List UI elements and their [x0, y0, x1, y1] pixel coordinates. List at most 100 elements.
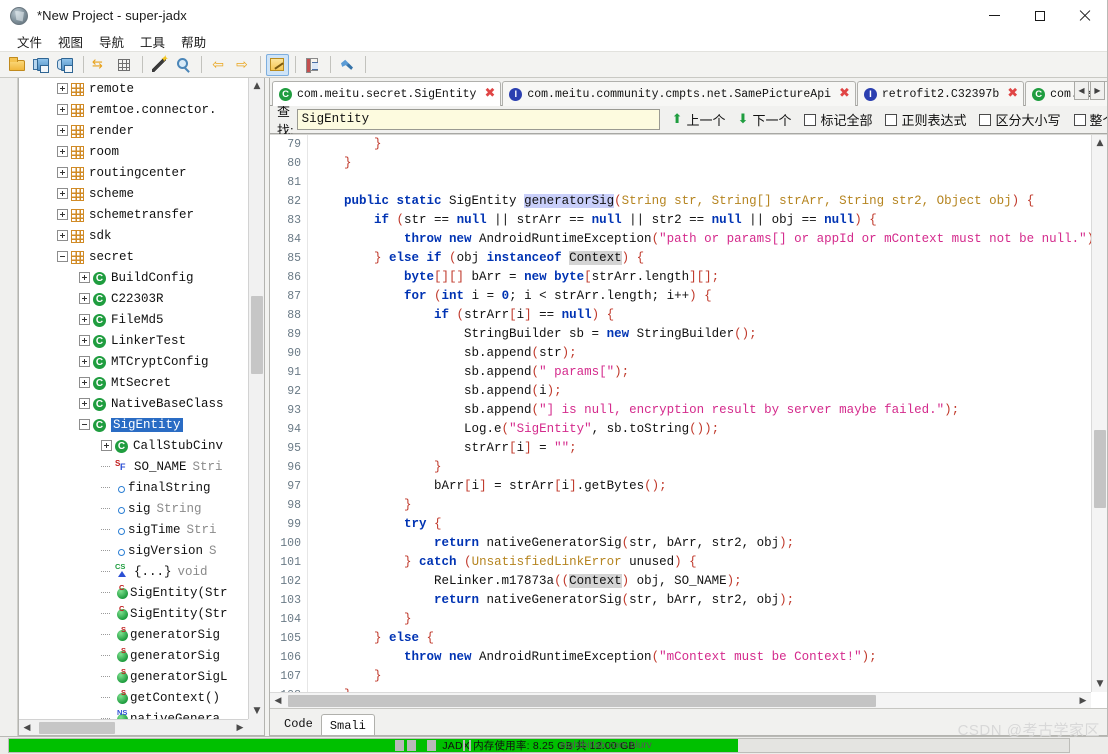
code-line[interactable]: }: [308, 667, 1091, 686]
tree-node[interactable]: remtoe.connector.: [19, 99, 248, 120]
match-case-checkbox[interactable]: 区分大小写: [979, 110, 1061, 129]
search-button[interactable]: [172, 54, 195, 76]
tree-node[interactable]: scheme: [19, 183, 248, 204]
tree-node[interactable]: nativeGenera: [19, 708, 248, 719]
tree-node[interactable]: sigTime Stri: [19, 519, 248, 540]
tab-scroll-left-icon[interactable]: ◀: [1074, 81, 1089, 100]
scroll-right-icon[interactable]: ▶: [1075, 693, 1091, 708]
tree-scroll-thumb[interactable]: [251, 296, 263, 374]
expand-icon[interactable]: [57, 146, 68, 157]
scroll-down-icon[interactable]: ▼: [249, 703, 264, 719]
expand-icon[interactable]: [57, 167, 68, 178]
code-line[interactable]: }: [308, 458, 1091, 477]
tree-node[interactable]: SigEntity: [19, 414, 248, 435]
find-previous-button[interactable]: ⬆ 上一个: [672, 110, 726, 129]
code-line[interactable]: StringBuilder sb = new StringBuilder();: [308, 325, 1091, 344]
code-line[interactable]: if (strArr[i] == null) {: [308, 306, 1091, 325]
whole-word-checkbox[interactable]: 整个词语: [1073, 110, 1107, 129]
tree-hscroll-thumb[interactable]: [39, 722, 115, 734]
tree-node[interactable]: generatorSig: [19, 645, 248, 666]
expand-icon[interactable]: [79, 314, 90, 325]
menu-tools[interactable]: 工具: [133, 31, 172, 52]
editor-tab[interactable]: Icom.meitu.community.cmpts.net.SamePictu…: [502, 81, 856, 106]
expand-icon[interactable]: [57, 125, 68, 136]
tree-node[interactable]: BuildConfig: [19, 267, 248, 288]
code-line[interactable]: }: [308, 154, 1091, 173]
scroll-left-icon[interactable]: ◀: [19, 720, 35, 735]
expand-icon[interactable]: [57, 188, 68, 199]
collapse-icon[interactable]: [57, 251, 68, 262]
sync-button[interactable]: ⇆: [89, 54, 112, 76]
logs-button[interactable]: [301, 54, 324, 76]
expand-icon[interactable]: [57, 104, 68, 115]
code-line[interactable]: }: [308, 610, 1091, 629]
tree-node[interactable]: CallStubCinv: [19, 435, 248, 456]
tree-node[interactable]: FileMd5: [19, 309, 248, 330]
menu-help[interactable]: 帮助: [174, 31, 213, 52]
code-line[interactable]: throw new AndroidRuntimeException("mCont…: [308, 648, 1091, 667]
expand-icon[interactable]: [79, 356, 90, 367]
tree-node[interactable]: NativeBaseClass: [19, 393, 248, 414]
scroll-up-icon[interactable]: ▲: [1092, 135, 1107, 151]
tree-node[interactable]: secret: [19, 246, 248, 267]
tab-close-icon[interactable]: ✖: [839, 87, 850, 100]
expand-icon[interactable]: [57, 230, 68, 241]
deobfuscation-button[interactable]: [148, 54, 171, 76]
tree-node[interactable]: render: [19, 120, 248, 141]
expand-icon[interactable]: [101, 440, 112, 451]
code-line[interactable]: for (int i = 0; i < strArr.length; i++) …: [308, 287, 1091, 306]
search-input[interactable]: SigEntity: [296, 109, 660, 130]
regex-checkbox[interactable]: 正则表达式: [885, 110, 966, 129]
tree-node[interactable]: remote: [19, 78, 248, 99]
maximize-button[interactable]: [1017, 0, 1062, 31]
code-line[interactable]: byte[][] bArr = new byte[strArr.length][…: [308, 268, 1091, 287]
tab-close-icon[interactable]: ✖: [484, 87, 495, 100]
code-line[interactable]: }: [308, 496, 1091, 515]
expand-icon[interactable]: [79, 398, 90, 409]
expand-icon[interactable]: [79, 293, 90, 304]
source-code[interactable]: } } public static SigEntity generatorSig…: [308, 135, 1091, 692]
code-line[interactable]: if (str == null || strArr == null || str…: [308, 211, 1091, 230]
code-line[interactable]: bArr[i] = strArr[i].getBytes();: [308, 477, 1091, 496]
code-vertical-scrollbar[interactable]: ▲ ▼: [1091, 135, 1107, 692]
tree-node[interactable]: {...} void: [19, 561, 248, 582]
scroll-right-icon[interactable]: ▶: [232, 720, 248, 735]
mark-all-checkbox[interactable]: 标记全部: [804, 110, 872, 129]
code-line[interactable]: sb.append(" params[");: [308, 363, 1091, 382]
tree-node[interactable]: sdk: [19, 225, 248, 246]
tree-node[interactable]: MTCryptConfig: [19, 351, 248, 372]
code-line[interactable]: return nativeGeneratorSig(str, bArr, str…: [308, 591, 1091, 610]
editor-tab[interactable]: Ccom.meitu.secret.SigEntity ✖: [272, 81, 502, 106]
back-button[interactable]: ⇦: [207, 54, 230, 76]
tree-node[interactable]: C22303R: [19, 288, 248, 309]
tree-node[interactable]: SigEntity(Str: [19, 582, 248, 603]
tab-close-icon[interactable]: ✖: [1007, 87, 1018, 100]
minimize-button[interactable]: [972, 0, 1017, 31]
tree-node[interactable]: finalString: [19, 477, 248, 498]
expand-icon[interactable]: [79, 335, 90, 346]
expand-icon[interactable]: [57, 209, 68, 220]
tree-node[interactable]: routingcenter: [19, 162, 248, 183]
close-button[interactable]: [1062, 0, 1107, 31]
code-line[interactable]: } else if (obj instanceof Context) {: [308, 249, 1091, 268]
tab-code[interactable]: Code: [276, 713, 321, 735]
tree-node[interactable]: schemetransfer: [19, 204, 248, 225]
tree-node[interactable]: SO_NAME Stri: [19, 456, 248, 477]
save-all-button[interactable]: [30, 54, 53, 76]
forward-button[interactable]: ⇨: [231, 54, 254, 76]
code-hscroll-thumb[interactable]: [288, 695, 876, 707]
preferences-button[interactable]: [336, 54, 359, 76]
code-line[interactable]: ReLinker.m17873a((Context) obj, SO_NAME)…: [308, 572, 1091, 591]
code-line[interactable]: sb.append(i);: [308, 382, 1091, 401]
editor-tab[interactable]: Iretrofit2.C32397b ✖: [856, 81, 1025, 106]
tree-vertical-scrollbar[interactable]: ▲ ▼: [248, 78, 264, 719]
tree-node[interactable]: sigVersion S: [19, 540, 248, 561]
code-line[interactable]: } else {: [308, 629, 1091, 648]
menu-file[interactable]: 文件: [10, 31, 49, 52]
code-line[interactable]: [308, 173, 1091, 192]
scroll-up-icon[interactable]: ▲: [249, 78, 264, 94]
code-line[interactable]: }: [308, 135, 1091, 154]
edit-note-button[interactable]: [266, 53, 289, 76]
code-line[interactable]: throw new AndroidRuntimeException("path …: [308, 230, 1091, 249]
expand-icon[interactable]: [79, 272, 90, 283]
